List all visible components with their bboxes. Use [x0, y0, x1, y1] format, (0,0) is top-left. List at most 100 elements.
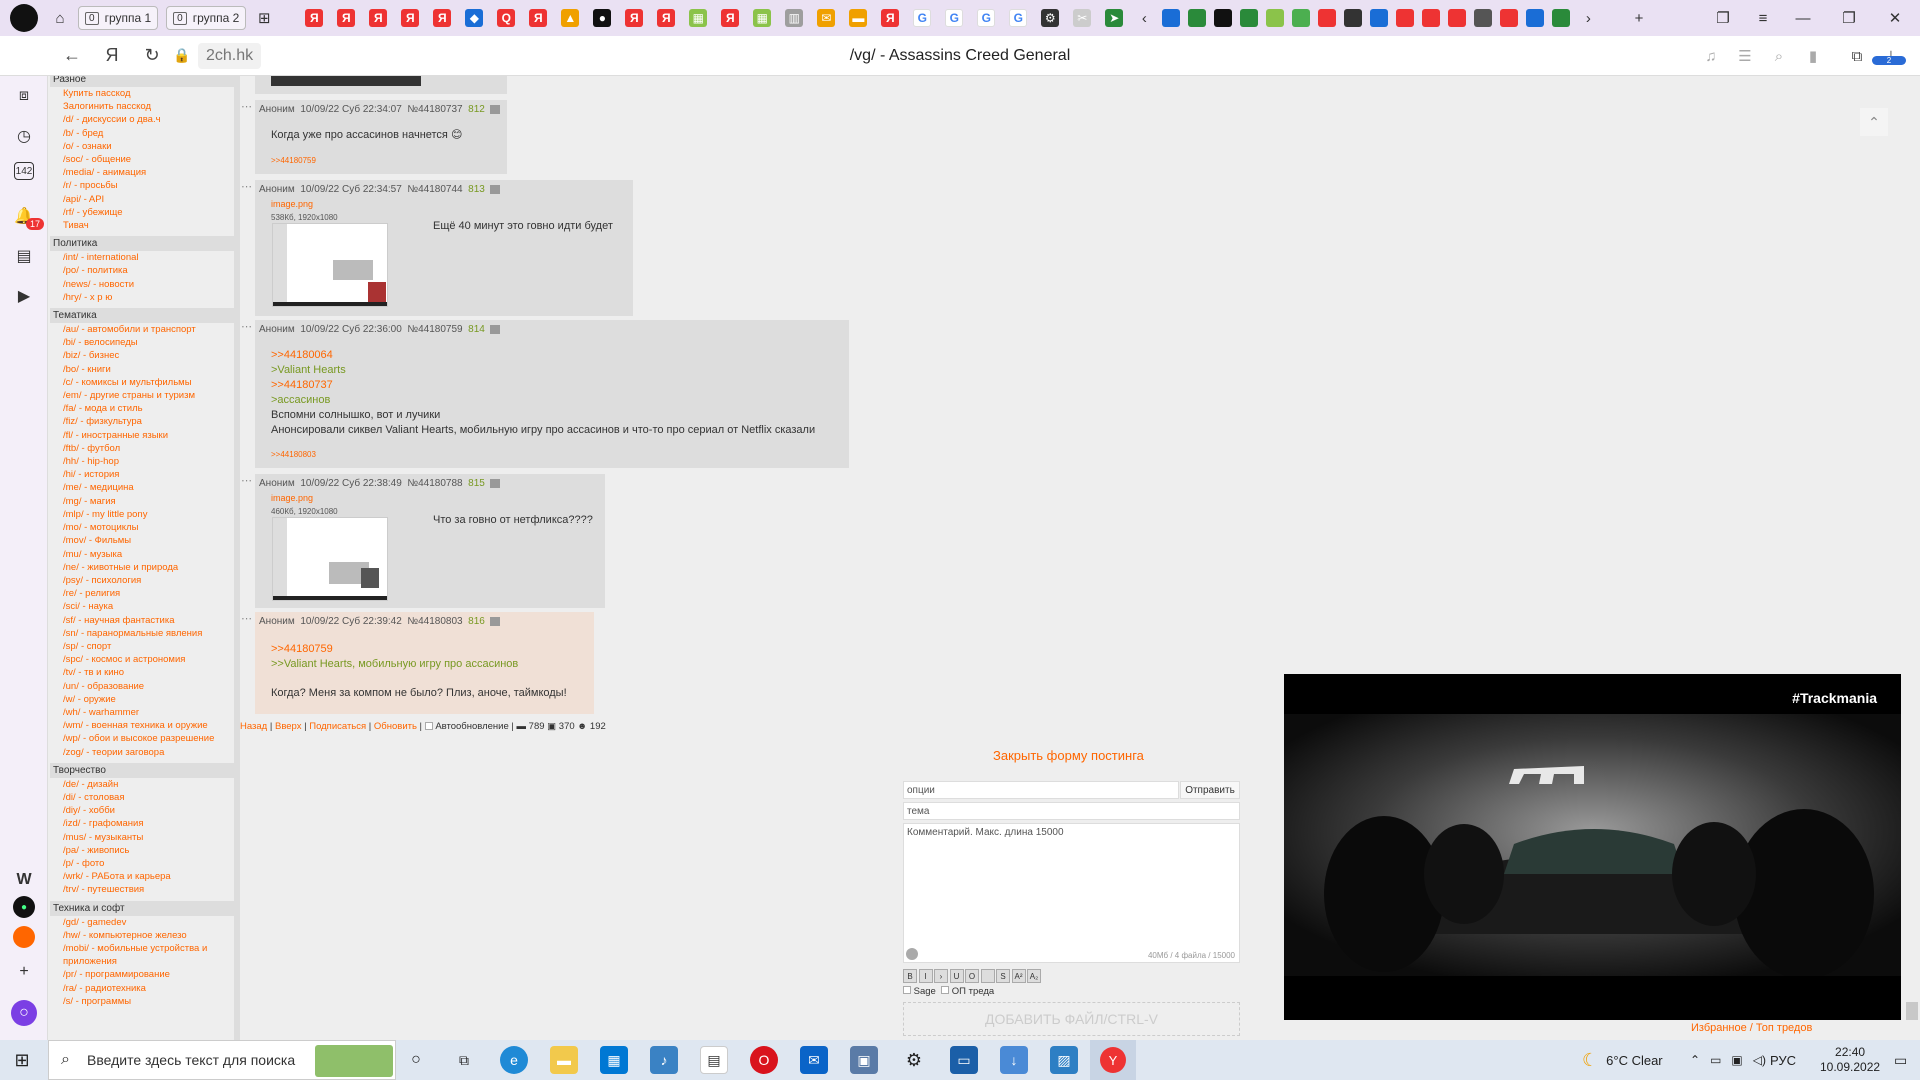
alice-icon[interactable]: ○ — [11, 1000, 37, 1026]
board-link[interactable]: /wh/ - warhammer — [50, 706, 234, 719]
taskbar-search[interactable]: ⌕ Введите здесь текст для поиска — [48, 1040, 396, 1080]
chevron-up-icon[interactable]: ⌃ — [1690, 1053, 1700, 1067]
pinned-tab-icon[interactable]: ▦ — [689, 9, 708, 27]
board-link[interactable]: /ra/ - радиотехника — [50, 982, 234, 995]
volume-icon[interactable]: ◁) — [1753, 1053, 1766, 1067]
board-link[interactable]: /au/ - автомобили и транспорт — [50, 323, 234, 336]
format-button[interactable]: I — [918, 969, 933, 983]
notepad-icon[interactable]: ▤ — [700, 1046, 728, 1074]
reload-icon[interactable]: ↻ — [132, 36, 172, 76]
bookmark-icon[interactable]: ▮ — [1796, 47, 1830, 65]
display-icon[interactable]: ▣ — [1731, 1053, 1742, 1067]
post-reply-link[interactable]: >>44180759 — [271, 642, 567, 657]
board-link[interactable]: /mg/ - магия — [50, 495, 234, 508]
pinned-tab-icon[interactable]: ▦ — [753, 9, 772, 27]
board-link[interactable]: /rf/ - убежище — [50, 206, 234, 219]
camera-icon[interactable]: ⧈ — [10, 82, 38, 110]
video-icon[interactable]: ▶ — [10, 282, 38, 310]
pinned-tab-icon[interactable] — [1370, 9, 1389, 27]
board-link[interactable]: /hh/ - hip-hop — [50, 455, 234, 468]
post-button-icon[interactable] — [489, 184, 500, 194]
notification-center-icon[interactable]: ▭ — [1894, 1040, 1907, 1080]
board-link[interactable]: /sci/ - наука — [50, 600, 234, 613]
photos-icon[interactable]: ▨ — [1050, 1046, 1078, 1074]
board-link[interactable]: /psy/ - психология — [50, 574, 234, 587]
pinned-tab-icon[interactable] — [1240, 9, 1259, 27]
pinned-tab-icon[interactable] — [1318, 9, 1337, 27]
pinned-tab-icon[interactable]: ✂ — [1073, 9, 1092, 27]
board-link[interactable]: /wrk/ - РАБота и карьера — [50, 870, 234, 883]
format-button[interactable]: › — [934, 969, 948, 983]
post-number[interactable]: №44180737 — [407, 104, 462, 115]
subject-input[interactable]: тема — [903, 802, 1240, 820]
board-link[interactable]: /biz/ - бизнес — [50, 349, 234, 362]
back-icon[interactable]: ← — [52, 36, 92, 76]
close-form-link[interactable]: Закрыть форму постинга — [993, 748, 1144, 763]
settings-icon[interactable]: ⚙ — [900, 1046, 928, 1074]
board-link[interactable]: /pr/ - программирование — [50, 968, 234, 981]
board-link[interactable]: /em/ - другие страны и туризм — [50, 389, 234, 402]
yandex-browser-taskbar-icon[interactable]: Y — [1090, 1040, 1136, 1080]
pinned-tab-icon[interactable] — [1526, 9, 1545, 27]
home-icon[interactable]: ⌂ — [46, 5, 74, 31]
pinned-tab-icon[interactable]: Я — [529, 9, 548, 27]
file-name[interactable]: image.png — [271, 493, 313, 503]
mail-icon[interactable]: ✉ — [800, 1046, 828, 1074]
post-menu-icon[interactable]: ⋯ — [241, 320, 252, 333]
pinned-tab-icon[interactable]: G — [913, 9, 932, 27]
tab-group-2[interactable]: 0 группа 2 — [166, 6, 247, 30]
counter-icon[interactable]: 142 — [14, 162, 34, 180]
board-link[interactable]: /tv/ - тв и кино — [50, 666, 234, 679]
media-icon[interactable]: ♪ — [650, 1046, 678, 1074]
pinned-tab-icon[interactable]: ◆ — [465, 9, 484, 27]
edge-icon[interactable]: e — [500, 1046, 528, 1074]
minimize-icon[interactable]: — — [1780, 0, 1826, 36]
file-name[interactable]: image.png — [271, 199, 313, 209]
board-link[interactable]: /trv/ - путешествия — [50, 883, 234, 896]
back-link[interactable]: Назад — [240, 721, 267, 732]
post-number[interactable]: №44180788 — [407, 478, 462, 489]
pinned-tab-icon[interactable] — [1188, 9, 1207, 27]
subscribe-link[interactable]: Подписаться — [309, 721, 366, 732]
pinned-tab-icon[interactable]: Q — [497, 9, 516, 27]
network-icon[interactable]: ▣ — [850, 1046, 878, 1074]
close-icon[interactable]: ✕ — [1872, 0, 1918, 36]
board-link[interactable]: /p/ - фото — [50, 857, 234, 870]
url-field[interactable]: 2ch.hk — [198, 42, 262, 69]
board-link[interactable]: /bi/ - велосипеды — [50, 336, 234, 349]
format-button[interactable]: A² — [1011, 969, 1026, 983]
nav-scrollbar[interactable] — [234, 76, 240, 1040]
comment-textarea[interactable]: Комментарий. Макс. длина 15000 40Мб / 4 … — [903, 823, 1240, 963]
board-link[interactable]: /me/ - медицина — [50, 481, 234, 494]
pinned-tab-icon[interactable]: Я — [657, 9, 676, 27]
post-thumbnail[interactable] — [272, 223, 388, 307]
format-button[interactable] — [980, 969, 995, 983]
format-button[interactable]: U — [949, 969, 964, 983]
pinned-tab-icon[interactable] — [1292, 9, 1311, 27]
board-link[interactable]: /wp/ - обои и высокое разрешение — [50, 732, 234, 745]
new-group-icon[interactable]: ⊞ — [250, 5, 278, 31]
board-link[interactable]: /di/ - столовая — [50, 791, 234, 804]
board-link[interactable]: /ne/ - животные и природа — [50, 561, 234, 574]
post-number[interactable]: №44180744 — [407, 184, 462, 195]
board-link[interactable]: /sn/ - паранормальные явления — [50, 627, 234, 640]
board-link[interactable]: /wm/ - военная техника и оружие — [50, 719, 234, 732]
board-link[interactable]: /fa/ - мода и стиль — [50, 402, 234, 415]
pinned-tab-icon[interactable]: G — [1009, 9, 1028, 27]
format-button[interactable]: A₂ — [1027, 969, 1041, 983]
app-icon[interactable]: ● — [13, 896, 35, 918]
tab-group-1[interactable]: 0 группа 1 — [78, 6, 159, 30]
board-link[interactable]: /bo/ - книги — [50, 363, 234, 376]
add-icon[interactable]: + — [10, 958, 38, 986]
board-link[interactable]: /soc/ - общение — [50, 153, 234, 166]
board-link[interactable]: /diy/ - хобби — [50, 804, 234, 817]
post-button-icon[interactable] — [489, 478, 500, 488]
pinned-tab-icon[interactable]: ▬ — [849, 9, 868, 27]
post-reply-link[interactable]: >>44180064 — [271, 348, 815, 363]
board-link[interactable]: /mobi/ - мобильные устройства и — [50, 942, 234, 955]
post-thumbnail[interactable] — [271, 76, 421, 86]
list-icon[interactable]: ☰ — [1728, 47, 1762, 65]
pinned-tab-icon[interactable] — [1552, 9, 1571, 27]
board-link[interactable]: /spc/ - космос и астрономия — [50, 653, 234, 666]
yandex-icon[interactable]: Я — [92, 36, 132, 76]
